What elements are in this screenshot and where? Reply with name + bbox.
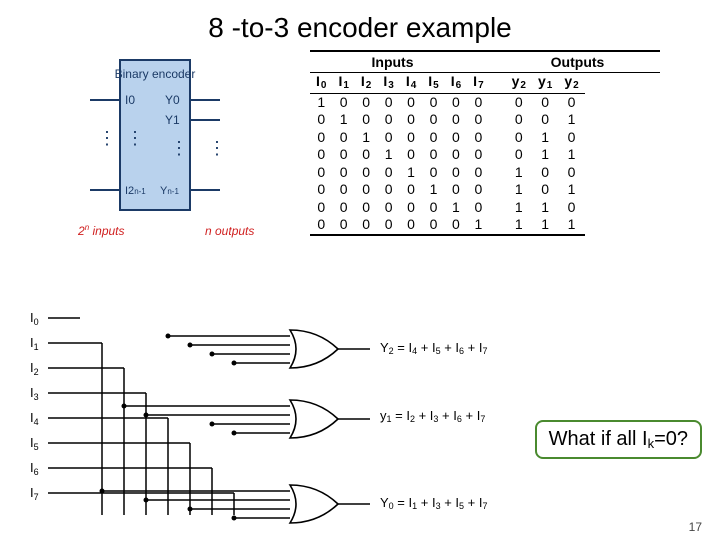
or-gate-icon [290, 400, 338, 438]
callout-box: What if all Ik=0? [535, 420, 702, 459]
table-row: 00100000010 [310, 129, 585, 147]
port-y-last: Yn-1 [160, 185, 179, 197]
equation-y2: Y2 = I4 + I5 + I6 + I7 [380, 340, 488, 356]
col-header: I7 [467, 73, 505, 93]
svg-text:⋮: ⋮ [170, 138, 188, 158]
input-label: I7 [30, 485, 39, 502]
port-i-last: I2n-1 [125, 185, 146, 197]
input-label: I3 [30, 385, 39, 402]
top-row: Binary encoder I0 ⋮ ⋮ I2n-1 Y0 Y1 ⋮ ⋮ Yn… [30, 50, 690, 265]
port-y1: Y1 [165, 113, 180, 127]
col-header: I6 [445, 73, 467, 93]
col-header: y1 [532, 73, 558, 93]
table-row: 10000000000 [310, 93, 585, 111]
table-row: 00000001111 [310, 216, 585, 235]
left-note: 2n inputs [77, 223, 125, 238]
right-note: n outputs [205, 224, 254, 238]
page-number: 17 [689, 520, 702, 534]
page-title: 8 -to-3 encoder example [30, 12, 690, 44]
encoder-block-svg: Binary encoder I0 ⋮ ⋮ I2n-1 Y0 Y1 ⋮ ⋮ Yn… [30, 50, 260, 260]
table-row: 00000100101 [310, 181, 585, 199]
input-label: I1 [30, 335, 39, 352]
col-header: I4 [400, 73, 422, 93]
col-header: I5 [422, 73, 444, 93]
equation-y1: y1 = I2 + I3 + I6 + I7 [380, 408, 485, 424]
col-header: y2 [506, 73, 532, 93]
col-header: I3 [377, 73, 399, 93]
svg-text:⋮: ⋮ [208, 138, 226, 158]
or-gate-schematic: I0 I1 I2 I3 I4 I5 I6 I7 [30, 310, 590, 525]
input-label: I5 [30, 435, 39, 452]
or-gate-icon [290, 330, 338, 368]
svg-text:⋮: ⋮ [126, 128, 144, 148]
input-label: I0 [30, 310, 39, 327]
input-label: I4 [30, 410, 39, 427]
input-label: I6 [30, 460, 39, 477]
port-y0: Y0 [165, 93, 180, 107]
col-header: I0 [310, 73, 332, 93]
outputs-group-header: Outputs [495, 52, 660, 72]
table-row: 00010000011 [310, 146, 585, 164]
truth-table: Inputs Outputs I0I1I2I3I4I5I6I7y2y1y2 10… [310, 50, 660, 265]
table-row: 01000000001 [310, 111, 585, 129]
table-row: 00001000100 [310, 164, 585, 182]
col-header: I1 [332, 73, 354, 93]
input-label: I2 [30, 360, 39, 377]
or-gate-icon [290, 485, 338, 523]
col-header: I2 [355, 73, 377, 93]
block-diagram: Binary encoder I0 ⋮ ⋮ I2n-1 Y0 Y1 ⋮ ⋮ Yn… [30, 50, 260, 265]
slide: 8 -to-3 encoder example Binary encoder I… [0, 0, 720, 540]
port-i0: I0 [125, 93, 135, 107]
table-row: 00000010110 [310, 199, 585, 217]
block-header: Binary encoder [115, 67, 196, 81]
equation-y0: Y0 = I1 + I3 + I5 + I7 [380, 495, 488, 511]
col-header: y2 [558, 73, 584, 93]
svg-text:⋮: ⋮ [98, 128, 116, 148]
inputs-group-header: Inputs [310, 52, 475, 72]
